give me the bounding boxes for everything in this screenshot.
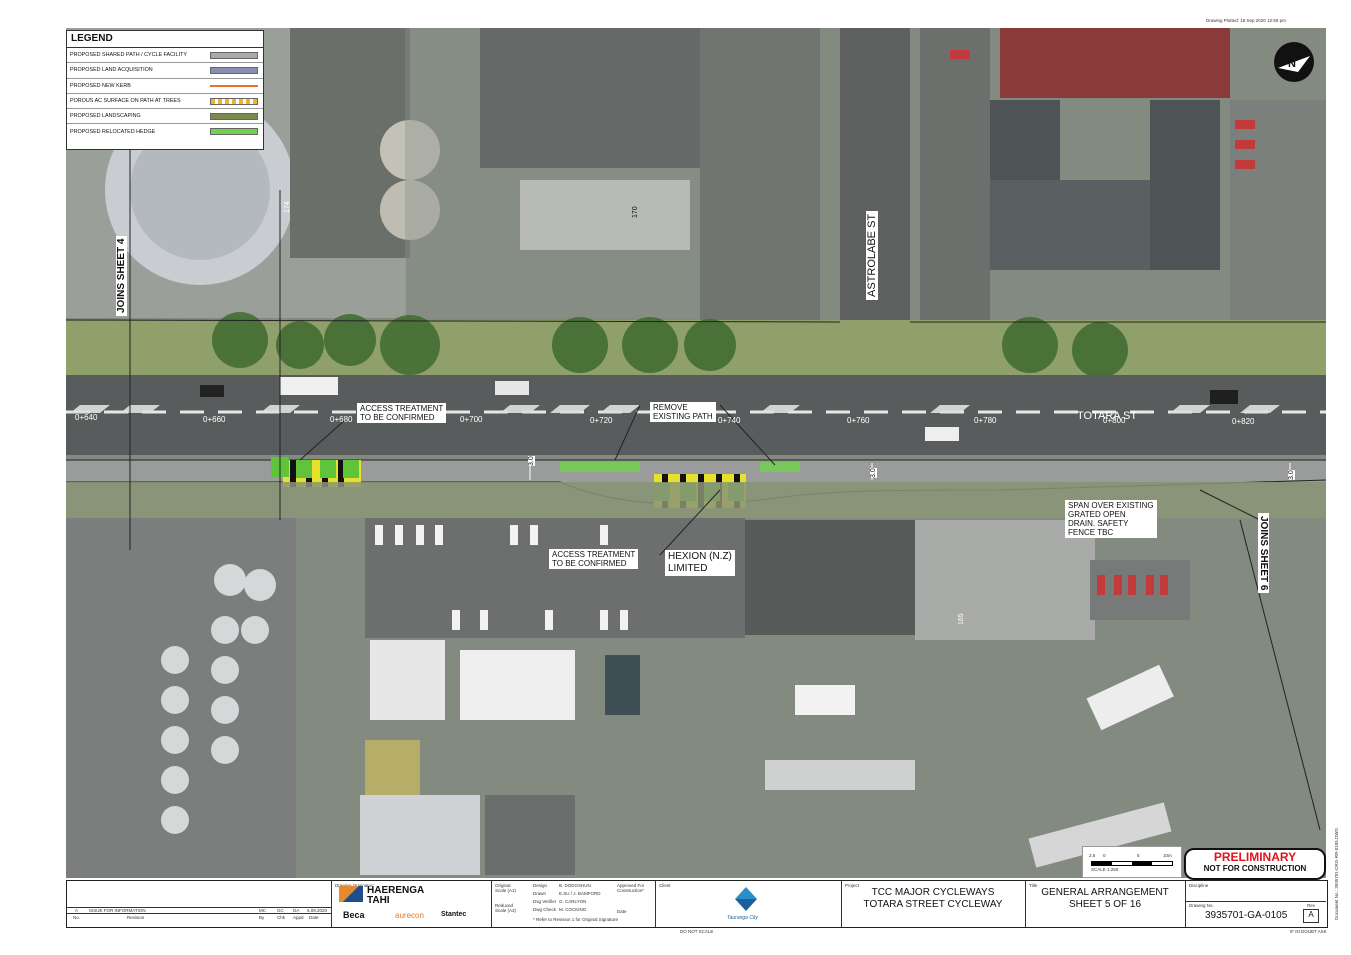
chainage-label: 0+780 (974, 416, 997, 425)
callout-span-drain: SPAN OVER EXISTING GRATED OPEN DRAIN. SA… (1065, 500, 1157, 538)
callout-remove-path: REMOVE EXISTING PATH (650, 402, 716, 422)
drawing-number: 3935701-GA-0105 (1205, 910, 1288, 921)
haerenga-logo-icon (339, 886, 363, 902)
building-number: 174 (284, 201, 291, 213)
joins-sheet-left: JOINS SHEET 4 (116, 235, 127, 316)
chainage-label: 0+740 (718, 416, 741, 425)
revision-table: A ISSUE FOR INFORMATION MC GC DA 6.09.20… (67, 881, 332, 927)
chainage-label: 0+800 (1103, 416, 1126, 425)
map-canvas (66, 28, 1326, 878)
project-box: Project TCC MAJOR CYCLEWAYS TOTARA STREE… (841, 881, 1026, 927)
aerial-map: N (66, 28, 1326, 878)
shared-path-swatch (210, 51, 258, 59)
relocated-hedge (560, 462, 640, 472)
chainage-label: 0+640 (75, 413, 98, 422)
landscaping-swatch (210, 112, 258, 120)
astrolabe-st-label: ASTROLABE ST (866, 210, 878, 300)
title-box: Title GENERAL ARRANGEMENT SHEET 5 OF 16 (1025, 881, 1186, 927)
tauranga-logo-icon (735, 887, 757, 911)
path-width-label: 3.0 (1288, 470, 1295, 480)
legend-item: PROPOSED RELOCATED HEDGE (67, 124, 263, 138)
legend-item: PROPOSED SHARED PATH / CYCLE FACILITY (67, 48, 263, 64)
client-box: Client Tauranga City (655, 881, 842, 927)
scale-bar: 2.5 0 5 10m SCALE 1:250 (1082, 846, 1182, 878)
chainage-label: 0+680 (330, 415, 353, 424)
relocated-hedge-swatch (210, 128, 258, 136)
drawing-number-box: Discipline Drawing No. 3935701-GA-0105 R… (1185, 881, 1326, 927)
building-number: 170 (632, 206, 639, 218)
land-acquisition-swatch (210, 66, 258, 74)
do-not-scale: DO NOT SCALE (680, 929, 714, 934)
preliminary-stamp: PRELIMINARY NOT FOR CONSTRUCTION (1184, 848, 1326, 880)
north-arrow-icon: N (1274, 42, 1314, 82)
legend-title: LEGEND (67, 31, 263, 48)
chainage-label: 0+660 (203, 415, 226, 424)
callout-access-top: ACCESS TREATMENT TO BE CONFIRMED (357, 403, 447, 423)
new-kerb-swatch (210, 84, 258, 87)
joins-sheet-right: JOINS SHEET 6 (1258, 513, 1269, 594)
legend-item: POROUS AC SURFACE ON PATH AT TREES (67, 94, 263, 110)
legend-item: PROPOSED LANDSCAPING (67, 109, 263, 125)
legend: LEGEND PROPOSED SHARED PATH / CYCLE FACI… (66, 30, 264, 150)
approvals: Original Scale (A1) Reduced Scale (A3) D… (491, 881, 656, 927)
aurecon-logo: aurecon (395, 911, 424, 920)
building-number: 165 (958, 613, 965, 625)
chainage-label: 0+820 (1232, 417, 1255, 426)
legend-item: PROPOSED NEW KERB (67, 79, 263, 94)
chainage-label: 0+760 (847, 416, 870, 425)
document-number: Document No.: 3935701-DRG-RR-0105.DWG (1334, 827, 1339, 920)
drawing-plotted: Drawing Plotted: 18 Sep 2020 12:59 pm (1206, 18, 1286, 23)
porous-ac-swatch (210, 97, 258, 105)
red-roof-building (1000, 28, 1230, 98)
chainage-label: 0+700 (460, 415, 483, 424)
north-label: N (1288, 58, 1296, 70)
callout-hexion: HEXION (N.Z) LIMITED (665, 550, 735, 576)
beca-logo: Beca (343, 910, 365, 920)
path-width-label: 3.0 (870, 468, 877, 478)
chainage-label: 0+720 (590, 416, 613, 425)
callout-access-bottom: ACCESS TREATMENT TO BE CONFIRMED (549, 549, 639, 569)
originator-logos: Drawing Originator: HAERENGA TAHI Beca a… (331, 881, 492, 927)
if-in-doubt: IF IN DOUBT ASK (1290, 929, 1327, 934)
revision-letter: A (1303, 909, 1319, 923)
path-width-label: 3.0 (528, 456, 535, 466)
stantec-logo: Stantec (441, 911, 467, 918)
legend-item: PROPOSED LAND ACQUISITION (67, 63, 263, 79)
title-block: A ISSUE FOR INFORMATION MC GC DA 6.09.20… (66, 880, 1328, 928)
